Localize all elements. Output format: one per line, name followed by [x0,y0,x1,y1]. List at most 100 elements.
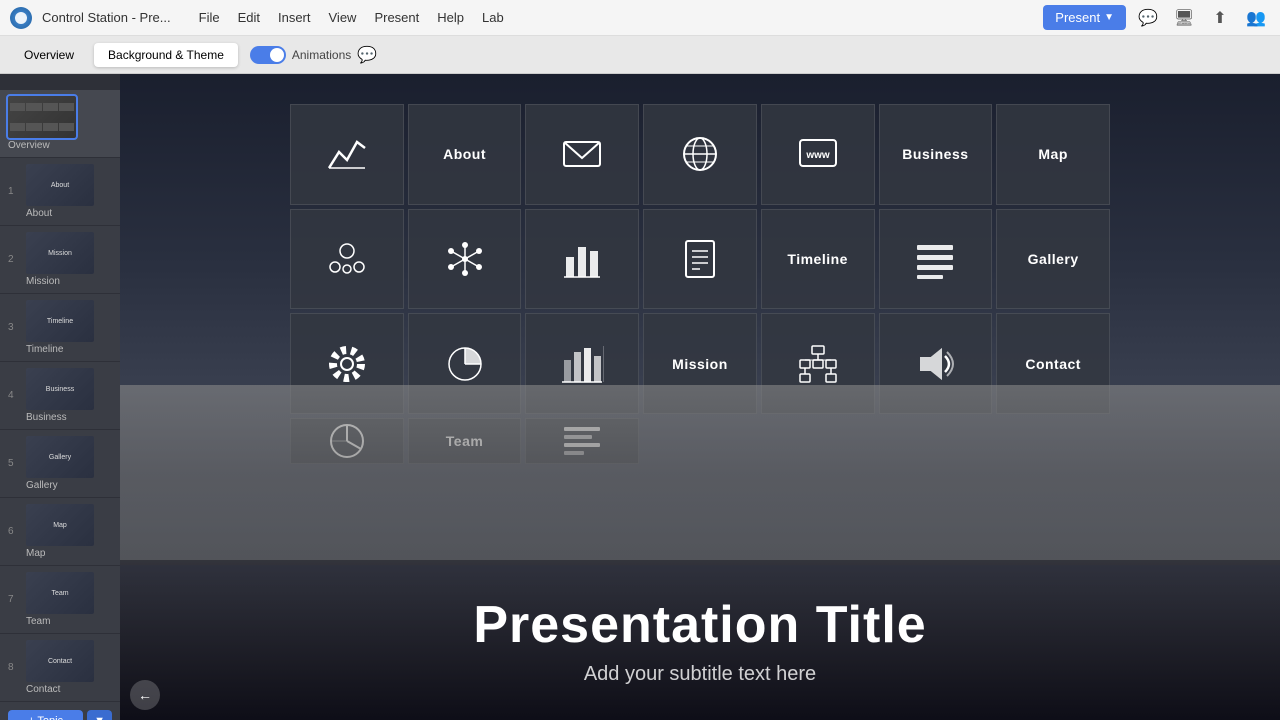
bar-chart-icon [560,237,604,281]
control-panel-bg [120,385,1280,565]
app-title: Control Station - Pre... [42,10,171,25]
comment-icon[interactable]: 💬 [357,45,377,65]
slide-num-4: 4 [8,390,20,401]
cell-www[interactable]: www [761,104,875,205]
slide-thumb-6[interactable]: 6 Map Map [0,498,120,566]
circles-icon [325,237,369,281]
menu-help[interactable]: Help [429,6,472,29]
back-arrow-button[interactable]: ← [130,680,160,710]
menu-edit[interactable]: Edit [230,6,268,29]
contact-label: Contact [1025,356,1081,372]
timeline-label: Timeline [787,251,848,267]
present-label: Present [1055,10,1100,25]
slide4-preview: Business [26,368,94,410]
slide-thumb-4[interactable]: 4 Business Business [0,362,120,430]
menu-bar: File Edit Insert View Present Help Lab [191,6,1044,29]
animations-toggle[interactable] [250,46,286,64]
overview-thumb-inner [8,96,76,138]
gallery-label: Gallery [1028,251,1079,267]
toolbar: Overview Background & Theme Animations 💬 [0,36,1280,74]
cell-gallery[interactable]: Gallery [996,209,1110,310]
slide-thumb-1[interactable]: 1 About About [0,158,120,226]
slide5-preview: Gallery [26,436,94,478]
menu-insert[interactable]: Insert [270,6,319,29]
slide3-inner: Timeline [26,300,94,342]
slide2-wrap: Mission Mission [26,232,94,287]
network-icon [443,237,487,281]
slide5-wrap: Gallery Gallery [26,436,94,491]
users-icon[interactable]: 👥 [1242,4,1270,32]
org-chart-icon [796,342,840,386]
cell-network[interactable] [408,209,522,310]
document-icon [678,237,722,281]
bar-chart2-icon [560,342,604,386]
share-icon[interactable]: ⬆ [1206,4,1234,32]
slide-num-2: 2 [8,254,20,265]
slide2-preview: Mission [26,232,94,274]
slide4-wrap: Business Business [26,368,94,423]
sidebar-bottom: + Topic ▼ [0,702,120,720]
present-button[interactable]: Present ▼ [1043,5,1126,30]
slide7-label: Team [26,616,94,627]
cell-business[interactable]: Business [879,104,993,205]
menu-present[interactable]: Present [366,6,427,29]
slide4-inner: Business [26,368,94,410]
animations-toggle-area: Animations 💬 [250,45,377,65]
slide-thumb-3[interactable]: 3 Timeline Timeline [0,294,120,362]
top-right-controls: Present ▼ 💬 🖥 ⬆ 👥 [1043,4,1270,32]
slide5-label: Gallery [26,480,94,491]
slide-thumb-overview[interactable]: Overview [0,90,120,158]
gear-icon [325,342,369,386]
slide1-label: About [26,208,94,219]
slide6-inner: Map [26,504,94,546]
globe-icon [678,132,722,176]
mission-label: Mission [672,356,728,372]
slide7-inner: Team [26,572,94,614]
slide1-inner: About [26,164,94,206]
menu-file[interactable]: File [191,6,228,29]
cell-line-chart[interactable] [290,104,404,205]
cell-globe[interactable] [643,104,757,205]
overview-tab[interactable]: Overview [10,43,88,67]
menu-lab[interactable]: Lab [474,6,512,29]
slide-thumb-5[interactable]: 5 Gallery Gallery [0,430,120,498]
slide3-label: Timeline [26,344,94,355]
toggle-knob [270,48,284,62]
slide-thumb-2[interactable]: 2 Mission Mission [0,226,120,294]
background-theme-tab[interactable]: Background & Theme [94,43,238,67]
slide-num-7: 7 [8,594,20,605]
topic-dropdown-button[interactable]: ▼ [87,710,112,720]
chat-icon[interactable]: 💬 [1134,4,1162,32]
presentation-title: Presentation Title [473,595,926,655]
slide-num-5: 5 [8,458,20,469]
slide-thumb-8[interactable]: 8 Contact Contact [0,634,120,702]
cell-circles[interactable] [290,209,404,310]
slide8-inner: Contact [26,640,94,682]
sidebar: Overview 1 About About 2 Mission Mission [0,74,120,720]
sidebar-header [0,74,120,90]
cell-about[interactable]: About [408,104,522,205]
slide-area: About [120,74,1280,720]
slide6-label: Map [26,548,94,559]
main-content: Overview 1 About About 2 Mission Mission [0,74,1280,720]
top-bar: Control Station - Pre... File Edit Inser… [0,0,1280,36]
slide2-label: Mission [26,276,94,287]
cell-email[interactable] [525,104,639,205]
cell-document[interactable] [643,209,757,310]
overview-preview [8,96,76,138]
slide-thumb-7[interactable]: 7 Team Team [0,566,120,634]
lines-icon [913,237,957,281]
cell-bar-chart[interactable] [525,209,639,310]
cell-map[interactable]: Map [996,104,1110,205]
slide-num-3: 3 [8,322,20,333]
screen-icon[interactable]: 🖥 [1170,4,1198,32]
cell-timeline[interactable]: Timeline [761,209,875,310]
email-icon [560,132,604,176]
menu-view[interactable]: View [321,6,365,29]
www-icon: www [796,132,840,176]
slide4-label: Business [26,412,94,423]
cell-lines[interactable] [879,209,993,310]
present-dropdown-arrow[interactable]: ▼ [1104,12,1114,23]
add-topic-button[interactable]: + Topic [8,710,83,720]
slide-num-1: 1 [8,186,20,197]
